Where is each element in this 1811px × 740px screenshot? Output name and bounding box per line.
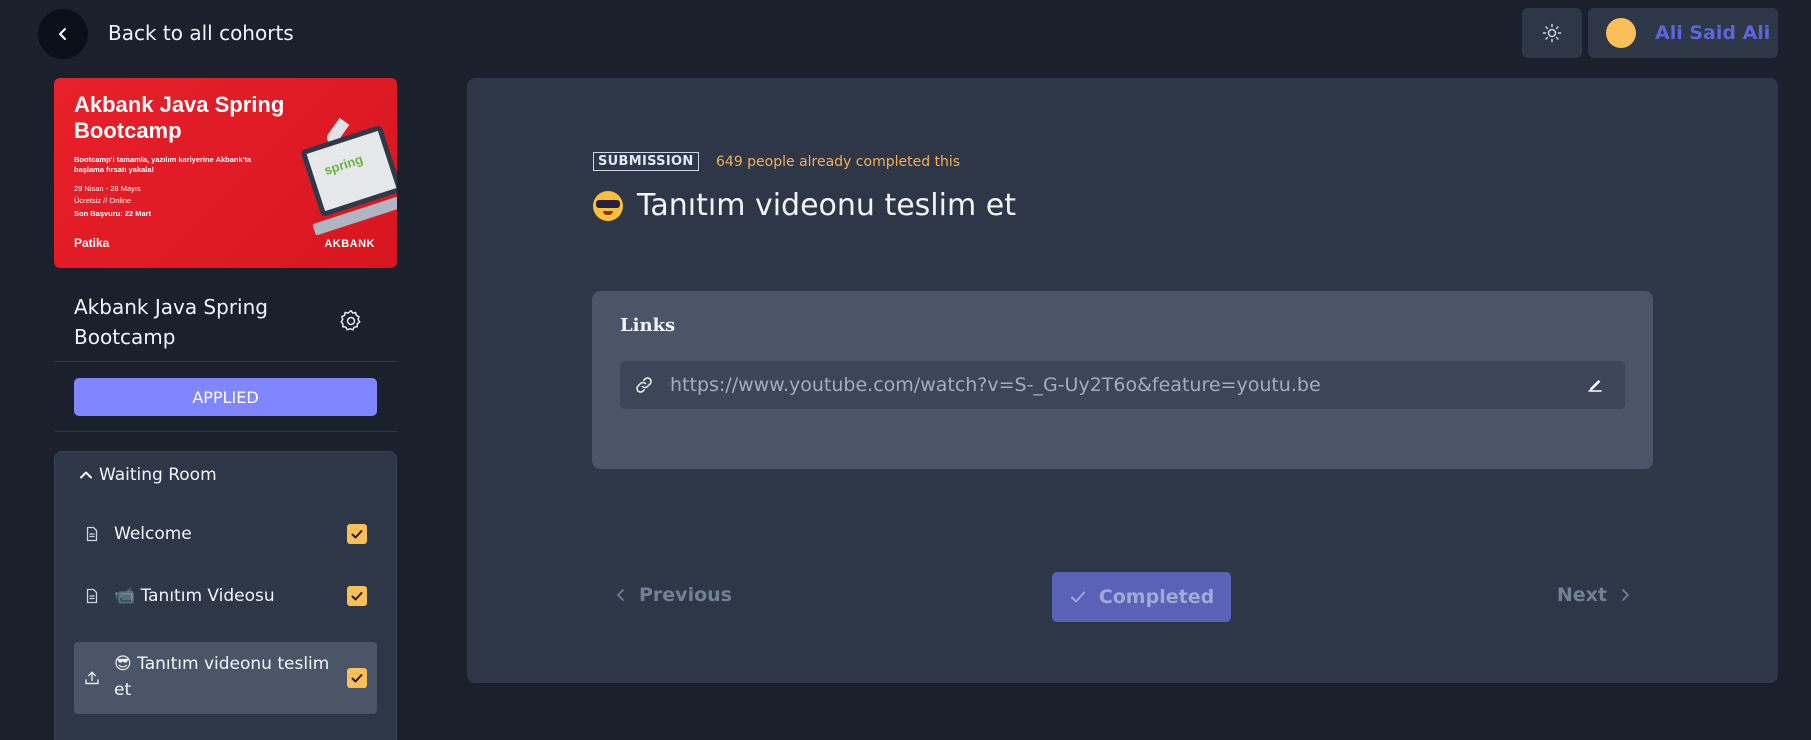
banner-subtitle: Bootcamp'i tamamla, yazılım kariyerine A…	[74, 155, 252, 174]
link-row	[620, 361, 1625, 409]
lesson-checkbox[interactable]	[347, 586, 367, 606]
next-label: Next	[1556, 584, 1607, 606]
lesson-label: 😎 Tanıtım videonu teslim et	[114, 654, 330, 700]
task-title-text: Tanıtım videonu teslim et	[637, 188, 1016, 223]
chevron-up-icon	[80, 471, 92, 479]
sun-icon	[1542, 23, 1562, 43]
spring-logo: spring	[322, 151, 365, 178]
theme-toggle-button[interactable]	[1522, 8, 1582, 58]
section-toggle-waiting-room[interactable]: Waiting Room	[79, 465, 217, 485]
applied-status-button[interactable]: APPLIED	[74, 378, 377, 416]
course-banner: Akbank Java Spring Bootcamp Bootcamp'i t…	[54, 78, 397, 268]
divider	[54, 361, 397, 362]
gear-icon	[340, 309, 361, 331]
akbank-logo: AKBANK	[324, 238, 375, 250]
links-section: Links	[592, 291, 1653, 469]
next-button[interactable]: Next	[1557, 584, 1631, 606]
lesson-checkbox[interactable]	[347, 668, 367, 688]
divider	[54, 431, 397, 432]
course-name: Akbank Java Spring Bootcamp	[74, 295, 268, 349]
section-title: Waiting Room	[99, 465, 217, 485]
document-icon	[86, 588, 98, 604]
links-title: Links	[620, 315, 676, 336]
lesson-label: Welcome	[114, 524, 192, 544]
submission-tag: SUBMISSION	[593, 152, 699, 171]
check-icon	[351, 530, 363, 539]
edit-link-button[interactable]	[1583, 373, 1607, 397]
avatar	[1606, 18, 1636, 48]
course-settings-button[interactable]	[334, 304, 368, 338]
sunglasses-emoji-icon	[593, 190, 623, 221]
previous-button[interactable]: Previous	[615, 584, 732, 606]
banner-title: Akbank Java Spring Bootcamp	[74, 92, 285, 143]
completed-label: Completed	[1098, 586, 1215, 608]
document-icon	[86, 526, 98, 542]
chevron-right-icon	[1622, 589, 1629, 601]
page-title: Tanıtım videonu teslim et	[593, 188, 1016, 223]
banner-dates: 29 Nisan - 28 Mayıs	[74, 184, 141, 193]
lesson-label: 📹 Tanıtım Videosu	[114, 586, 275, 606]
link-url-field[interactable]	[670, 374, 1583, 396]
banner-deadline: Son Başvuru: 22 Mart	[74, 209, 152, 218]
submission-card: SUBMISSION 649 people already completed …	[467, 78, 1778, 683]
check-icon	[1070, 591, 1085, 603]
chevron-left-icon	[617, 589, 624, 601]
pencil-icon	[1588, 380, 1602, 392]
check-icon	[351, 674, 363, 683]
banner-format: Ücretsiz // Online	[74, 196, 132, 205]
lesson-checkbox[interactable]	[347, 524, 367, 544]
back-button[interactable]	[38, 9, 88, 59]
lesson-item-tanitim-videosu[interactable]: 📹 Tanıtım Videosu	[74, 574, 377, 618]
lesson-list: Waiting Room Welcome 📹 Tanıtım Videosu 😎…	[54, 451, 397, 740]
previous-label: Previous	[639, 584, 732, 606]
upload-icon	[85, 671, 99, 685]
back-to-cohorts-link[interactable]: Back to all cohorts	[108, 21, 294, 45]
check-icon	[351, 592, 363, 601]
lesson-item-welcome[interactable]: Welcome	[74, 512, 377, 556]
lesson-item-tanitim-videonu-teslim-et[interactable]: 😎 Tanıtım videonu teslim et	[74, 642, 377, 714]
link-icon	[634, 375, 654, 395]
chevron-left-icon	[59, 28, 66, 40]
user-name: Ali Said Ali	[1655, 22, 1771, 44]
user-menu-button[interactable]: Ali Said Ali	[1588, 8, 1778, 58]
completed-button[interactable]: Completed	[1052, 572, 1231, 622]
patika-logo: Patika	[74, 236, 110, 250]
completed-count: 649 people already completed this	[716, 154, 961, 170]
